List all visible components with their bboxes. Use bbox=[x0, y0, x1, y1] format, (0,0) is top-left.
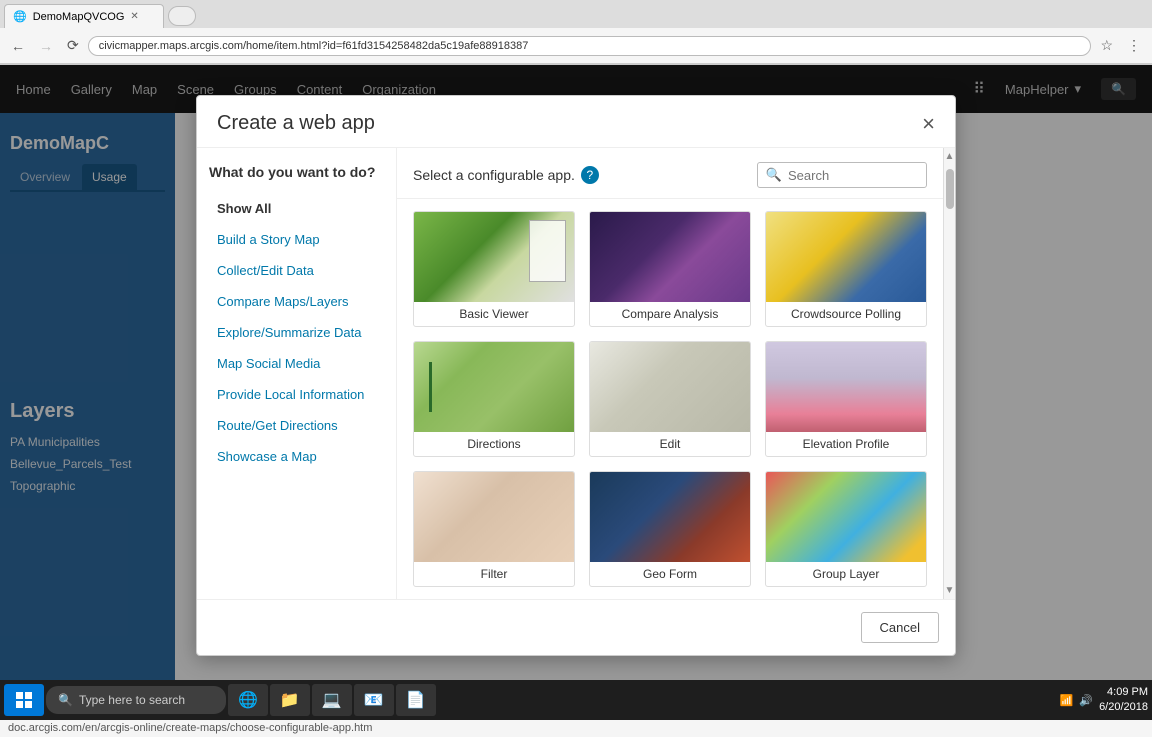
tab-favicon: 🌐 bbox=[13, 10, 27, 23]
sidebar-nav-compare-maps[interactable]: Compare Maps/Layers bbox=[209, 287, 384, 316]
taskbar-app1[interactable]: 💻 bbox=[312, 684, 352, 716]
app-thumbnail-crowdsource-polling bbox=[766, 212, 926, 302]
app-card-filter[interactable]: Filter bbox=[413, 471, 575, 587]
back-button[interactable]: ← bbox=[6, 36, 30, 56]
sidebar-nav-social-media[interactable]: Map Social Media bbox=[209, 349, 384, 378]
modal-sidebar: What do you want to do? Show All Build a… bbox=[197, 148, 397, 599]
taskbar-search-icon: 🔍 bbox=[58, 693, 73, 707]
scroll-down-arrow[interactable]: ▼ bbox=[942, 582, 955, 599]
scroll-thumb[interactable] bbox=[946, 169, 954, 209]
search-icon: 🔍 bbox=[766, 167, 782, 183]
modal-main: Select a configurable app. ? 🔍 bbox=[397, 148, 943, 599]
app-thumbnail-compare-analysis bbox=[590, 212, 750, 302]
browser-chrome: 🌐 DemoMapQVCOG ✕ ← → ⟳ ☆ ⋮ bbox=[0, 0, 1152, 65]
app-card-edit[interactable]: Edit bbox=[589, 341, 751, 457]
taskbar-system-tray: 📶 🔊 4:09 PM 6/20/2018 bbox=[1060, 685, 1148, 716]
app-label-group-layer: Group Layer bbox=[766, 562, 926, 586]
page-background: Home Gallery Map Scene Groups Content Or… bbox=[0, 65, 1152, 719]
start-button[interactable] bbox=[4, 684, 44, 716]
modal-question: What do you want to do? bbox=[209, 164, 384, 180]
apps-grid-container: Basic Viewer Compare Analysis Crowdsourc… bbox=[397, 199, 943, 599]
modal-overlay: Create a web app × What do you want to d… bbox=[0, 65, 1152, 719]
taskbar-network-icon: 📶 bbox=[1060, 694, 1074, 707]
taskbar-volume-icon: 🔊 bbox=[1079, 694, 1093, 707]
new-tab-button[interactable] bbox=[168, 6, 196, 26]
app-card-directions[interactable]: Directions bbox=[413, 341, 575, 457]
sidebar-nav-explore[interactable]: Explore/Summarize Data bbox=[209, 318, 384, 347]
nav-bar: ← → ⟳ ☆ ⋮ bbox=[0, 28, 1152, 64]
app-thumbnail-group-layer bbox=[766, 472, 926, 562]
sidebar-nav-show-all[interactable]: Show All bbox=[209, 194, 384, 223]
windows-icon bbox=[16, 692, 32, 708]
sidebar-nav-provide-local[interactable]: Provide Local Information bbox=[209, 380, 384, 409]
cancel-button[interactable]: Cancel bbox=[861, 612, 939, 643]
sidebar-nav-route[interactable]: Route/Get Directions bbox=[209, 411, 384, 440]
bookmark-button[interactable]: ☆ bbox=[1095, 35, 1118, 56]
taskbar-chrome[interactable]: 🌐 bbox=[228, 684, 268, 716]
app-label-directions: Directions bbox=[414, 432, 574, 456]
app-card-crowdsource-polling[interactable]: Crowdsource Polling bbox=[765, 211, 927, 327]
modal-footer: Cancel bbox=[197, 599, 955, 655]
help-icon[interactable]: ? bbox=[581, 166, 599, 184]
app-label-elevation-profile: Elevation Profile bbox=[766, 432, 926, 456]
modal-header: Create a web app × bbox=[197, 96, 955, 148]
windows-taskbar: 🔍 Type here to search 🌐 📁 💻 📧 📄 📶 🔊 4:09… bbox=[0, 680, 1152, 720]
browser-tab[interactable]: 🌐 DemoMapQVCOG ✕ bbox=[4, 4, 164, 28]
app-card-basic-viewer[interactable]: Basic Viewer bbox=[413, 211, 575, 327]
sidebar-nav-showcase[interactable]: Showcase a Map bbox=[209, 442, 384, 471]
apps-grid: Basic Viewer Compare Analysis Crowdsourc… bbox=[413, 211, 927, 587]
status-bar: doc.arcgis.com/en/arcgis-online/create-m… bbox=[0, 719, 1152, 737]
extensions-button[interactable]: ⋮ bbox=[1122, 35, 1146, 56]
sidebar-nav-collect-edit[interactable]: Collect/Edit Data bbox=[209, 256, 384, 285]
app-card-group-layer[interactable]: Group Layer bbox=[765, 471, 927, 587]
create-web-app-modal: Create a web app × What do you want to d… bbox=[196, 95, 956, 656]
configurable-label-area: Select a configurable app. ? bbox=[413, 166, 599, 184]
app-card-compare-analysis[interactable]: Compare Analysis bbox=[589, 211, 751, 327]
tab-close-button[interactable]: ✕ bbox=[130, 11, 138, 22]
modal-close-button[interactable]: × bbox=[922, 113, 935, 135]
taskbar-search[interactable]: 🔍 Type here to search bbox=[46, 686, 226, 714]
app-thumbnail-filter bbox=[414, 472, 574, 562]
app-thumbnail-basic-viewer bbox=[414, 212, 574, 302]
taskbar-app3[interactable]: 📄 bbox=[396, 684, 436, 716]
modal-body: What do you want to do? Show All Build a… bbox=[197, 148, 955, 599]
sidebar-nav-build-story-map[interactable]: Build a Story Map bbox=[209, 225, 384, 254]
url-bar[interactable] bbox=[88, 36, 1092, 56]
app-thumbnail-directions bbox=[414, 342, 574, 432]
app-label-compare-analysis: Compare Analysis bbox=[590, 302, 750, 326]
refresh-button[interactable]: ⟳ bbox=[62, 35, 84, 56]
scroll-up-arrow[interactable]: ▲ bbox=[942, 148, 955, 165]
tab-title: DemoMapQVCOG bbox=[33, 11, 125, 23]
app-thumbnail-edit bbox=[590, 342, 750, 432]
configurable-label: Select a configurable app. bbox=[413, 167, 575, 183]
taskbar-app2[interactable]: 📧 bbox=[354, 684, 394, 716]
search-box: 🔍 bbox=[757, 162, 927, 188]
time-display: 4:09 PM 6/20/2018 bbox=[1099, 685, 1148, 716]
clock-time: 4:09 PM bbox=[1099, 685, 1148, 700]
status-url: doc.arcgis.com/en/arcgis-online/create-m… bbox=[8, 722, 372, 734]
forward-button[interactable]: → bbox=[34, 36, 58, 56]
app-thumbnail-geoform bbox=[590, 472, 750, 562]
app-card-elevation-profile[interactable]: Elevation Profile bbox=[765, 341, 927, 457]
tab-bar: 🌐 DemoMapQVCOG ✕ bbox=[0, 0, 1152, 28]
app-label-geoform: Geo Form bbox=[590, 562, 750, 586]
modal-main-header: Select a configurable app. ? 🔍 bbox=[397, 148, 943, 199]
taskbar-explorer[interactable]: 📁 bbox=[270, 684, 310, 716]
app-card-geoform[interactable]: Geo Form bbox=[589, 471, 751, 587]
app-label-filter: Filter bbox=[414, 562, 574, 586]
clock-date: 6/20/2018 bbox=[1099, 700, 1148, 715]
app-thumbnail-elevation bbox=[766, 342, 926, 432]
search-input[interactable] bbox=[788, 168, 918, 183]
modal-title: Create a web app bbox=[217, 112, 375, 135]
taskbar-search-text: Type here to search bbox=[79, 693, 185, 707]
app-label-crowdsource-polling: Crowdsource Polling bbox=[766, 302, 926, 326]
modal-scrollbar[interactable]: ▲ ▼ bbox=[943, 148, 955, 599]
app-label-edit: Edit bbox=[590, 432, 750, 456]
app-label-basic-viewer: Basic Viewer bbox=[414, 302, 574, 326]
